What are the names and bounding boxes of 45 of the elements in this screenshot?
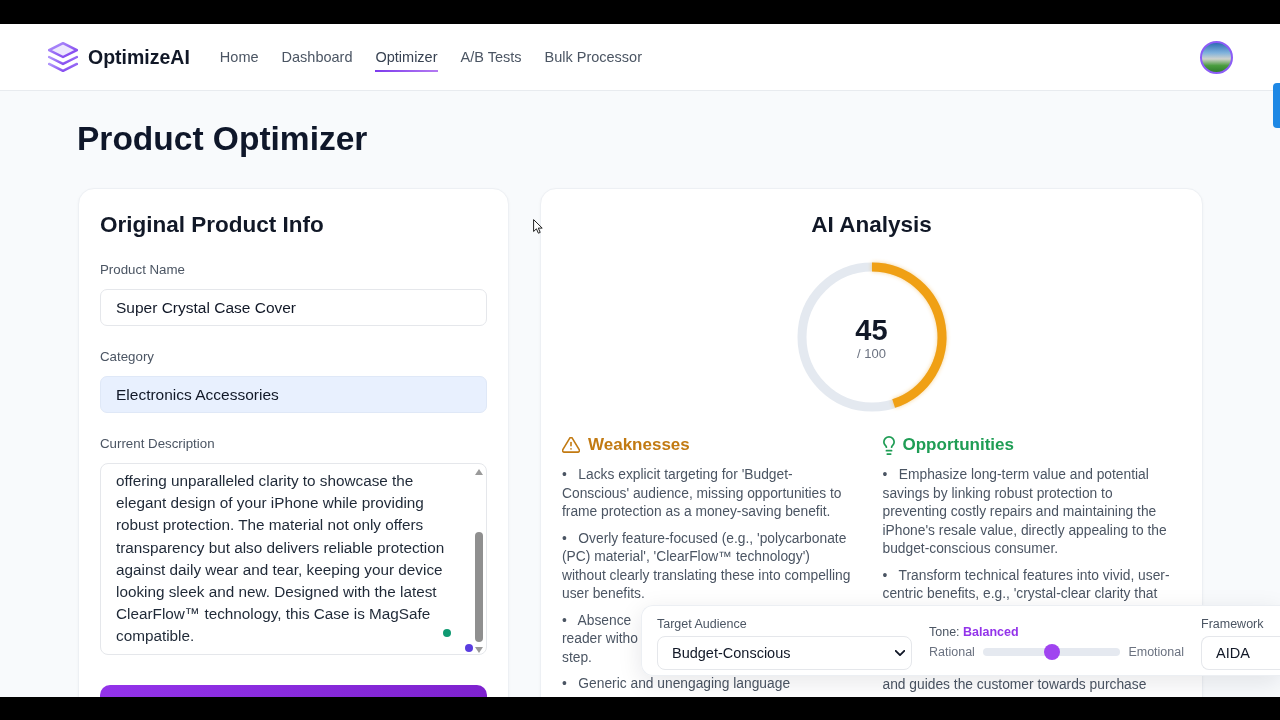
field-label: Product Name xyxy=(100,262,185,278)
slider-end-label: Rational xyxy=(929,644,975,660)
layers-icon xyxy=(48,42,78,72)
select-field[interactable]: Budget-Conscious xyxy=(657,636,912,670)
select-field[interactable]: AIDA xyxy=(1201,636,1280,670)
input-field[interactable]: Super Crystal Case Cover xyxy=(100,289,487,326)
field-label: Category xyxy=(100,349,154,365)
card-title: AI Analysis xyxy=(811,211,932,239)
field-label: Current Description xyxy=(100,436,215,452)
bullet-text: • Transform technical features into vivid, user-centric benefits, e.g., 'crystal-clear clarity that xyxy=(882,567,1170,601)
indicator-dot-icon xyxy=(443,629,451,637)
nav-link[interactable]: Optimizer xyxy=(375,42,438,72)
text-area[interactable]: offering unparalleled clarity to showcase the elegant design of your iPhone while providing robust protection. The material not only offers transparency but also delivers reliable protection against daily wear and tear, keeping your device looking sleek and new. Designed with the latest ClearFlow™ technology, this Case is MagSafe compatible. xyxy=(100,463,487,655)
field-label: Target Audience xyxy=(657,617,747,632)
brand-name: OptimizeAI xyxy=(88,45,190,69)
bullet-text: • Overly feature-focused (e.g., 'polycarbonate (PC) material', 'ClearFlow™ technology') without clearly translating these into compelling user benefits. xyxy=(562,530,852,601)
field-label: Tone: Balanced xyxy=(929,625,1019,640)
nav-link[interactable]: Home xyxy=(219,42,259,72)
chevron-down-icon xyxy=(895,650,905,656)
bullet-text: • Lacks explicit targeting for 'Budget-Conscious' audience, missing opportunities to frame protection as a money-saving benefit. xyxy=(562,467,843,519)
input-field[interactable]: Electronics Accessories xyxy=(100,376,487,413)
section-heading: Weaknesses xyxy=(588,434,690,456)
section-heading: Opportunities xyxy=(902,434,1014,456)
score-scale: / 100 xyxy=(857,346,886,362)
lightbulb-icon xyxy=(882,435,895,455)
tone-slider[interactable] xyxy=(982,644,1121,660)
card-title: Original Product Info xyxy=(100,211,324,239)
page-title: Product Optimizer xyxy=(77,119,368,159)
scroll-down-icon[interactable] xyxy=(475,647,483,653)
avatar[interactable] xyxy=(1200,40,1233,74)
slider-thumb[interactable] xyxy=(1043,644,1060,660)
scroll-up-icon[interactable] xyxy=(475,469,483,475)
field-label: Framework xyxy=(1201,617,1264,632)
nav-link[interactable]: A/B Tests xyxy=(460,42,522,72)
slider-end-label: Emotional xyxy=(1128,644,1184,660)
score-value: 45 xyxy=(855,314,888,346)
indicator-dot-icon xyxy=(465,644,473,652)
bullet-text: • Emphasize long-term value and potential savings by linking robust protection to preventing costly repairs and maintaining the iPhone's resale value, directly appealing to the budget-conscious consumer. xyxy=(882,467,1168,556)
bullet-text: • Generic and unengaging language xyxy=(562,676,791,691)
bullet-text: and guides the customer towards purchase xyxy=(882,676,1147,692)
scrollbar-thumb[interactable] xyxy=(475,532,483,642)
bullet-text: • Absence reader witho step. xyxy=(562,612,638,665)
nav-link[interactable]: Bulk Processor xyxy=(544,42,642,72)
warning-icon xyxy=(562,437,580,453)
nav-link[interactable]: Dashboard xyxy=(281,42,353,72)
